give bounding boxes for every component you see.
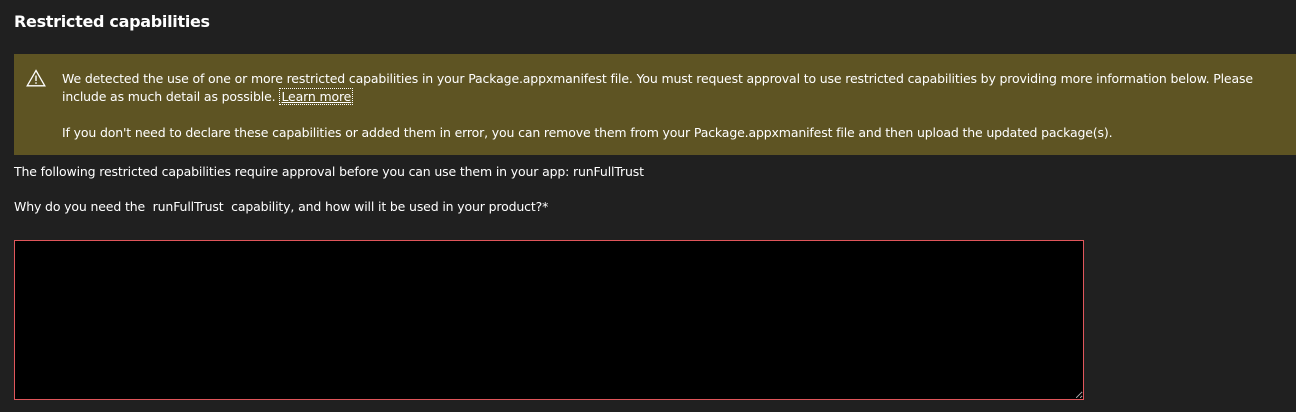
answer-field-container (14, 240, 1084, 400)
capability-justification-textarea[interactable] (14, 240, 1084, 400)
warning-paragraph-removal: If you don't need to declare these capab… (62, 125, 1113, 140)
question-label: Why do you need the runFullTrust capabil… (14, 199, 549, 214)
restricted-capabilities-warning: We detected the use of one or more restr… (14, 54, 1296, 155)
section-title: Restricted capabilities (14, 12, 210, 31)
capabilities-requiring-approval-text: The following restricted capabilities re… (14, 164, 644, 179)
warning-message: We detected the use of one or more restr… (62, 70, 1277, 142)
warning-icon (26, 69, 46, 87)
warning-paragraph-text: We detected the use of one or more restr… (62, 71, 1253, 104)
warning-paragraph: We detected the use of one or more restr… (62, 70, 1277, 106)
learn-more-link[interactable]: Learn more (279, 88, 354, 105)
